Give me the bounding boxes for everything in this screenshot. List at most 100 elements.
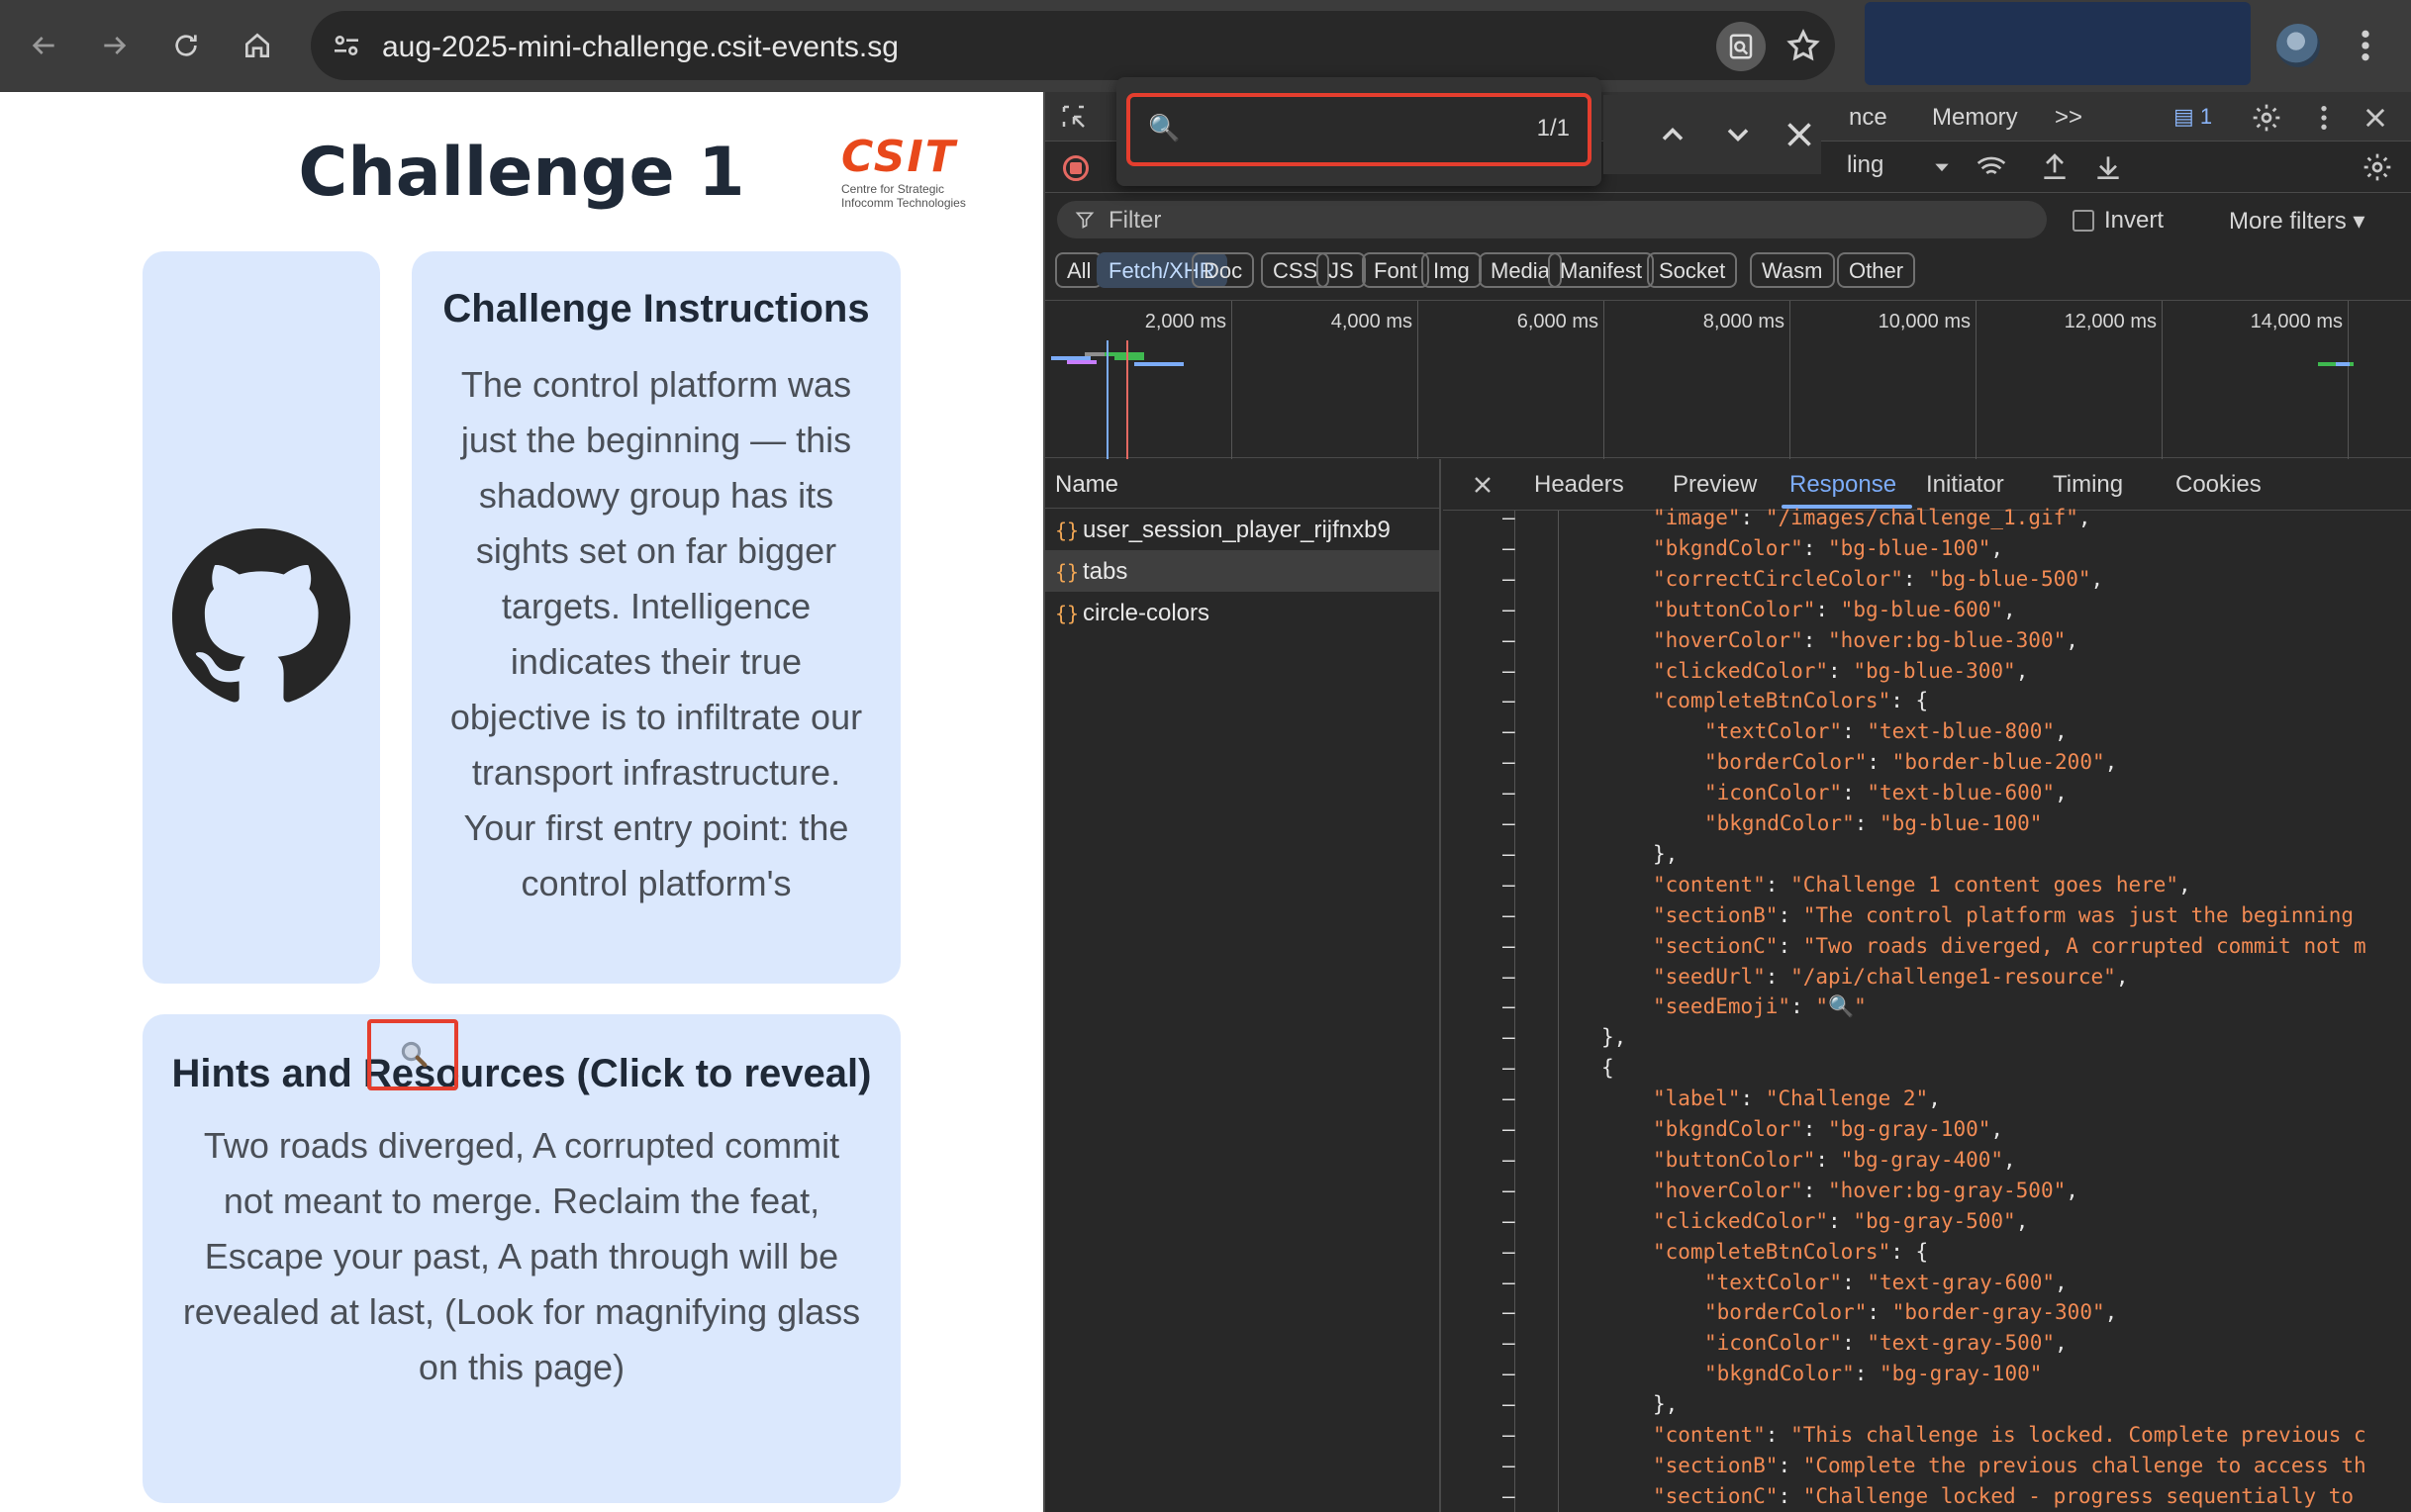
type-filter-wasm[interactable]: Wasm [1750,252,1835,288]
line-gutter: – [1502,1423,1515,1447]
type-filter-other[interactable]: Other [1837,252,1916,288]
magnifying-glass-icon[interactable] [399,1039,429,1069]
response-line-text: "bkgndColor": "bg-gray-100", [1653,1117,2004,1141]
dropdown-chevron-icon[interactable] [1932,157,1952,177]
timeline-request-bar [1154,362,1184,366]
tab-performance[interactable]: nce [1849,104,1887,132]
line-gutter: – [1502,1117,1515,1141]
site-settings-icon[interactable] [331,30,362,61]
response-body[interactable]: – "image": "/images/challenge_1.gif", – "bk… [1443,506,2411,1512]
timeline-tick-label: 12,000 ms [2064,311,2157,332]
issues-badge[interactable]: ▤ 1 [2173,104,2212,130]
response-line-text: "bkgndColor": "bg-blue-100" [1704,811,2043,835]
response-line-text: "clickedColor": "bg-gray-500", [1653,1208,2029,1233]
tab-cookies[interactable]: Cookies [2175,471,2262,499]
find-input[interactable]: 🔍 1/1 [1126,93,1591,166]
tab-initiator[interactable]: Initiator [1926,471,2004,499]
response-line-text: "content": "Challenge 1 content goes her… [1653,872,2191,897]
hints-body: Two roads diverged, A corrupted commit n… [182,1125,861,1387]
response-line-text: "textColor": "text-gray-600", [1704,1270,2068,1294]
address-bar[interactable]: aug-2025-mini-challenge.csit-events.sg [311,11,1835,80]
line-gutter: – [1502,719,1515,744]
type-filter-font[interactable]: Font [1362,252,1430,288]
request-row[interactable]: {} user_session_player_rijfnxb9 [1045,509,1439,550]
tab-timing[interactable]: Timing [2053,471,2123,499]
network-settings-icon[interactable] [2362,151,2393,183]
line-gutter: – [1502,1453,1515,1477]
close-details-icon[interactable] [1471,473,1495,497]
instructions-heading: Challenge Instructions [442,287,870,331]
next-match-icon[interactable] [1720,117,1756,152]
type-filter-socket[interactable]: Socket [1647,252,1738,288]
close-devtools-icon[interactable] [2362,104,2389,132]
request-row[interactable]: {} tabs [1045,550,1439,592]
tab-headers[interactable]: Headers [1534,471,1624,499]
line-gutter: – [1502,597,1515,621]
logo-subtitle-2: Infocomm Technologies [841,196,966,210]
fetch-icon: {} [1055,560,1080,584]
hints-card[interactable]: Hints and Resources (Click to reveal) Tw… [143,1014,901,1503]
type-filter-js[interactable]: JS [1316,252,1366,288]
type-filter-img[interactable]: Img [1421,252,1482,288]
settings-gear-icon[interactable] [2251,102,2282,134]
hints-heading[interactable]: Hints and Resources (Click to reveal) [143,1052,901,1096]
name-column-header[interactable]: Name [1045,459,1439,509]
type-filter-manifest[interactable]: Manifest [1548,252,1655,288]
url-text[interactable]: aug-2025-mini-challenge.csit-events.sg [382,31,899,64]
response-line-text: "seedUrl": "/api/challenge1-resource", [1653,964,2129,989]
response-line-text: "buttonColor": "bg-gray-400", [1653,1147,2016,1172]
line-gutter: – [1502,506,1515,529]
tab-response[interactable]: Response [1789,471,1896,499]
network-overview-timeline[interactable]: 2,000 ms 4,000 ms 6,000 ms 8,000 ms 10,000 m… [1045,300,2411,459]
previous-match-icon[interactable] [1655,117,1690,152]
response-line-text: "sectionC": "Challenge locked - progress… [1653,1483,2355,1508]
lens-search-icon[interactable] [1716,22,1766,71]
response-line-text: "content": "This challenge is locked. Co… [1653,1423,2366,1447]
type-filter-doc[interactable]: Doc [1192,252,1255,288]
line-gutter: – [1502,1208,1515,1233]
github-icon [172,528,350,703]
close-find-icon[interactable] [1782,117,1817,152]
throttling-select[interactable]: ling [1847,151,1883,179]
inspect-element-icon[interactable] [1059,102,1089,132]
home-icon[interactable] [236,24,279,67]
line-gutter: – [1502,902,1515,927]
forward-icon[interactable] [93,24,137,67]
page-content: Challenge 1 CSIT Centre for Strategic In… [0,92,1043,1512]
back-icon[interactable] [22,24,65,67]
timeline-tick-label: 2,000 ms [1144,311,1226,332]
github-card[interactable] [143,251,380,984]
more-filters-dropdown[interactable]: More filters ▾ [2229,207,2364,236]
reload-icon[interactable] [164,24,208,67]
devtools-menu-icon[interactable] [2314,102,2334,134]
instructions-card: Challenge Instructions The control platf… [412,251,901,984]
invert-check-box[interactable] [2073,210,2094,232]
invert-checkbox[interactable]: Invert [2073,207,2164,235]
import-har-icon[interactable] [2039,151,2071,183]
load-marker [1126,340,1128,459]
line-gutter: – [1502,566,1515,591]
response-line-text: "hoverColor": "hover:bg-gray-500", [1653,1178,2078,1202]
network-conditions-icon[interactable] [1976,151,2007,183]
record-icon[interactable] [1063,155,1089,181]
browser-menu-icon[interactable] [2354,26,2377,65]
response-line-text: "image": "/images/challenge_1.gif", [1653,506,2091,529]
profile-avatar[interactable] [2276,24,2320,67]
filter-input[interactable]: Filter [1057,201,2047,238]
tab-preview[interactable]: Preview [1673,471,1757,499]
line-gutter: – [1502,1087,1515,1111]
issues-count: 1 [2199,104,2213,129]
response-line-text: "textColor": "text-blue-800", [1704,719,2068,744]
devtools-find-bar: 🔍 1/1 [1116,77,1601,186]
timeline-request-bar [1085,352,1105,356]
timeline-tick: 4,000 ms [1331,301,1418,459]
more-tabs-icon[interactable]: >> [2055,104,2082,132]
response-line-text: "clickedColor": "bg-blue-300", [1653,658,2029,683]
request-row[interactable]: {} circle-colors [1045,592,1439,633]
export-har-icon[interactable] [2092,151,2124,183]
tab-memory[interactable]: Memory [1932,104,2018,132]
bookmark-star-icon[interactable] [1785,28,1821,63]
csit-logo: CSIT Centre for Strategic Infocomm Techn… [841,132,1000,210]
request-name: user_session_player_rijfnxb9 [1083,517,1391,543]
line-gutter: – [1502,994,1515,1019]
